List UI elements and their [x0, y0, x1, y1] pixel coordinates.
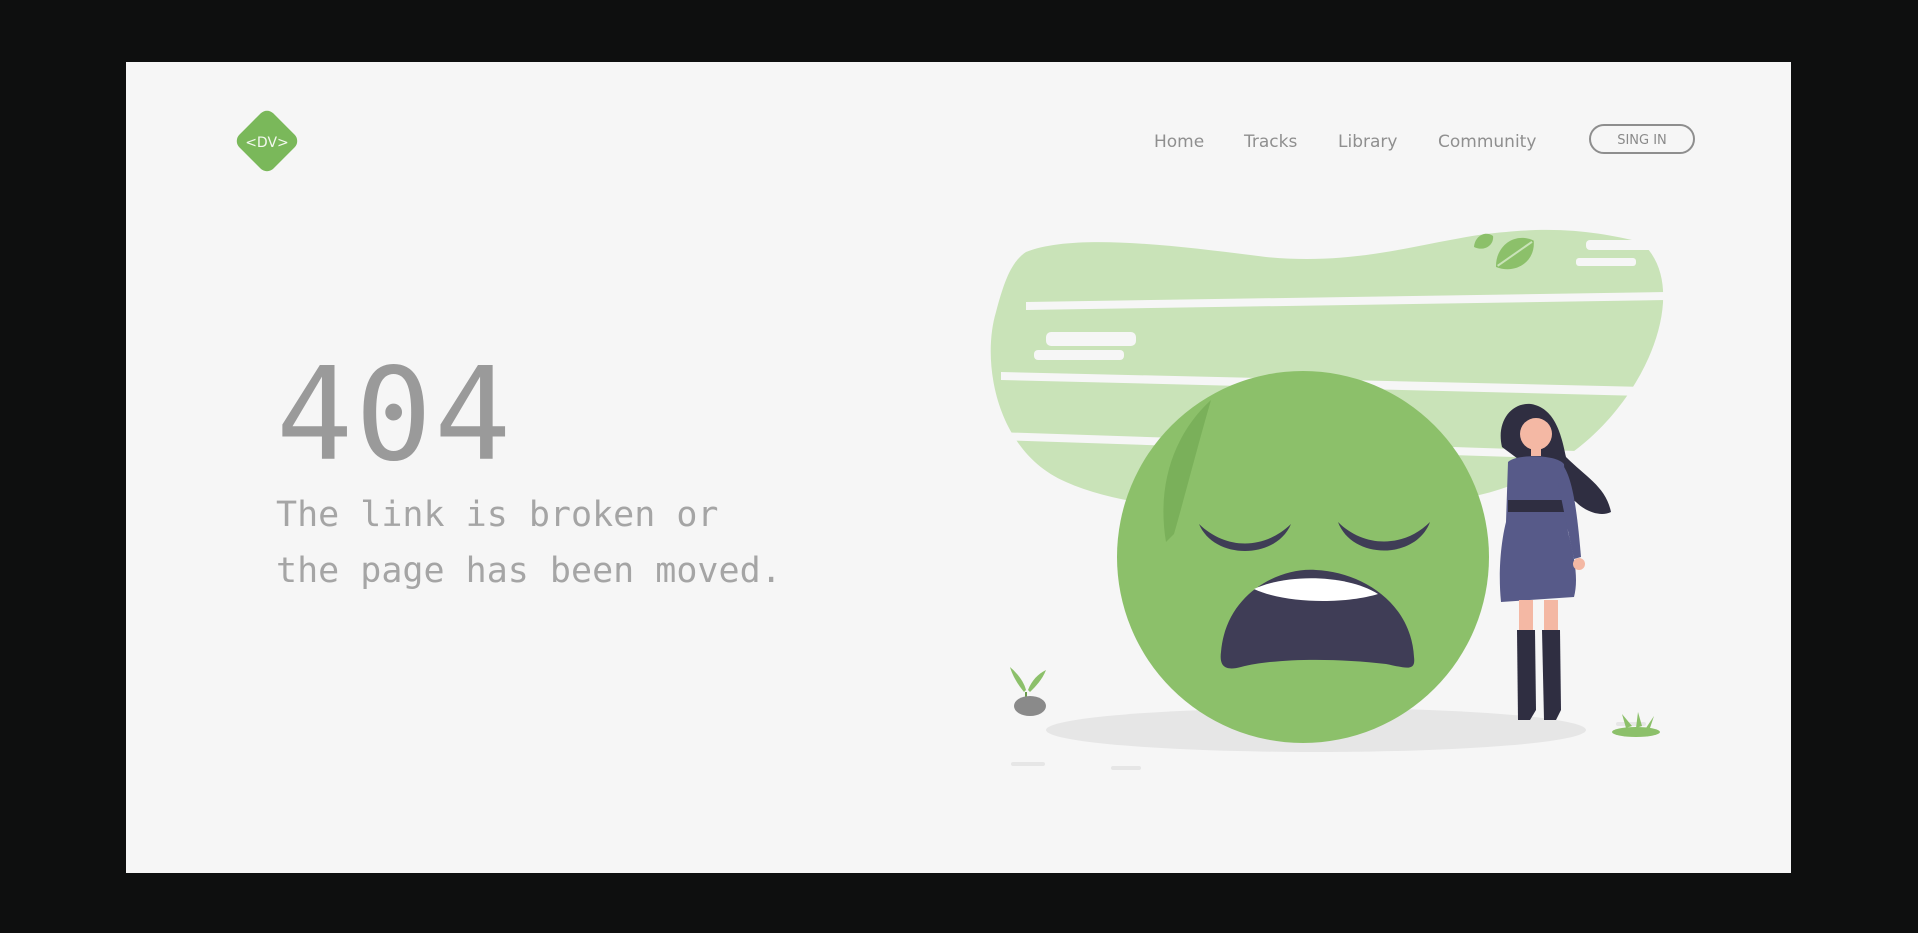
- woman-figure: [1499, 403, 1611, 720]
- error-message: The link is broken or the page has been …: [276, 487, 896, 599]
- sad-face: [1117, 371, 1489, 743]
- error-message-line-2: the page has been moved.: [276, 551, 782, 591]
- nav-library-link[interactable]: Library: [1338, 132, 1397, 152]
- logo-text: <DV>: [245, 135, 289, 151]
- error-message-line-1: The link is broken or: [276, 495, 719, 535]
- page-container: <DV> Home Tracks Library Community SING …: [126, 62, 1791, 873]
- sign-in-button[interactable]: SING IN: [1589, 124, 1695, 154]
- logo[interactable]: <DV>: [226, 100, 308, 182]
- nav-home-link[interactable]: Home: [1154, 132, 1204, 152]
- sprout-icon: [1010, 667, 1046, 716]
- nav-tracks-link[interactable]: Tracks: [1244, 132, 1297, 152]
- error-code: 404: [276, 341, 514, 490]
- main-nav: Home Tracks Library Community SING IN: [1126, 124, 1696, 160]
- sad-face-illustration: [990, 229, 1666, 770]
- nav-community-link[interactable]: Community: [1438, 132, 1536, 152]
